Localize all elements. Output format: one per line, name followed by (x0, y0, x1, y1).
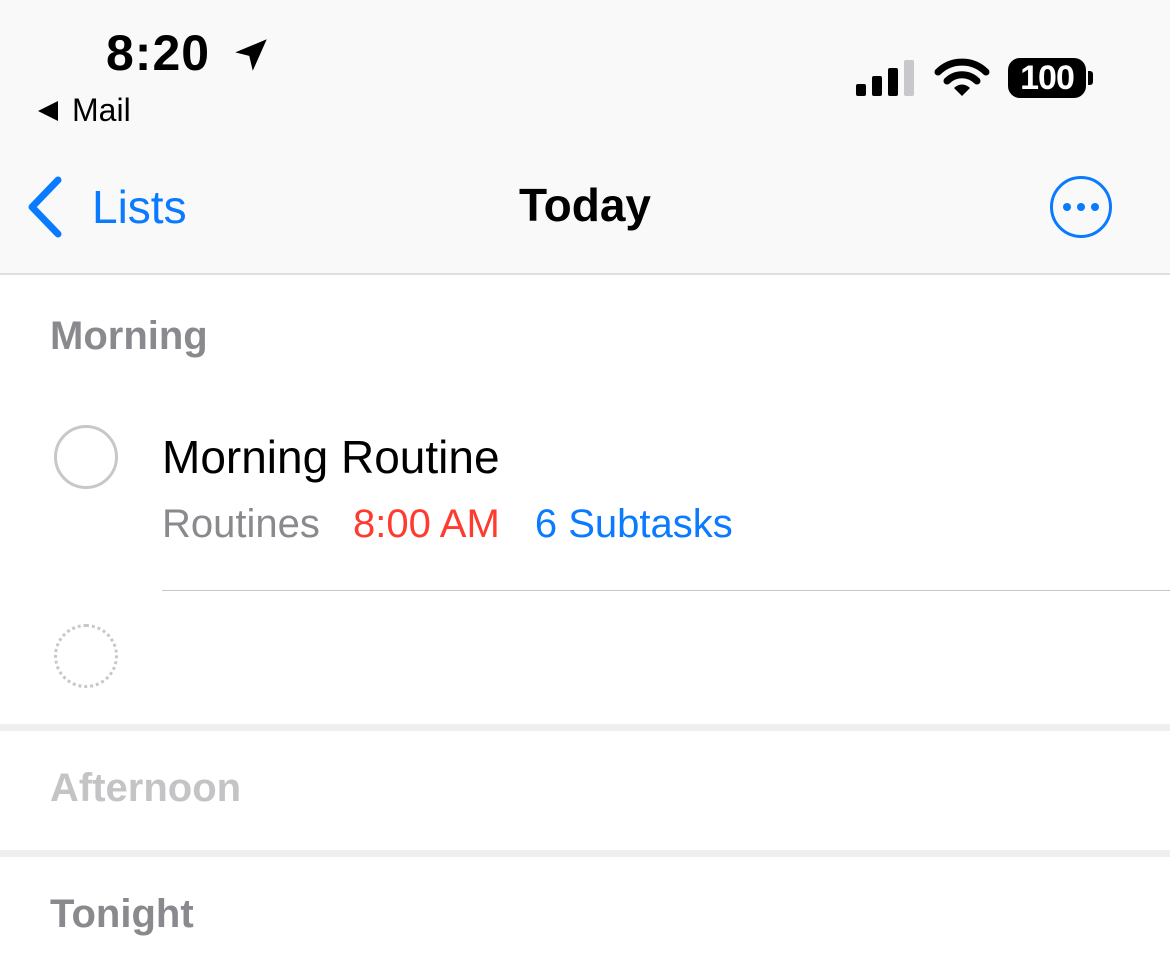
battery-icon: 100 (1008, 58, 1086, 98)
task-meta: Routines 8:00 AM 6 Subtasks (162, 502, 733, 547)
location-arrow-icon (235, 39, 267, 71)
new-task-checkbox[interactable] (54, 624, 118, 688)
back-button-label: Lists (92, 181, 187, 233)
chevron-left-icon (28, 176, 62, 238)
status-time: 8:20 (106, 25, 211, 81)
section-header-morning: Morning (50, 314, 208, 358)
section-header-tonight: Tonight (50, 892, 194, 936)
row-divider (162, 590, 1170, 591)
task-list-name: Routines (162, 502, 320, 546)
task-subtasks-link[interactable]: 6 Subtasks (535, 502, 733, 546)
more-dot (1063, 203, 1071, 211)
ellipsis-circle-icon[interactable] (1050, 176, 1112, 238)
section-divider (0, 850, 1170, 857)
more-dot (1077, 203, 1085, 211)
top-bar: 8:20 Mail 100 Lists Today (0, 0, 1170, 275)
back-to-app[interactable]: Mail (38, 92, 131, 129)
battery-cap (1088, 71, 1093, 85)
more-dot (1091, 203, 1099, 211)
task-due-time: 8:00 AM (353, 502, 500, 546)
back-app-label: Mail (72, 92, 131, 128)
wifi-icon (934, 58, 990, 96)
section-divider (0, 724, 1170, 731)
section-header-afternoon: Afternoon (50, 766, 242, 810)
cellular-signal-icon (856, 60, 914, 96)
back-triangle-icon (38, 100, 58, 121)
task-title[interactable]: Morning Routine (162, 430, 500, 484)
back-button-lists[interactable]: Lists (26, 176, 187, 238)
task-checkbox[interactable] (54, 425, 118, 489)
